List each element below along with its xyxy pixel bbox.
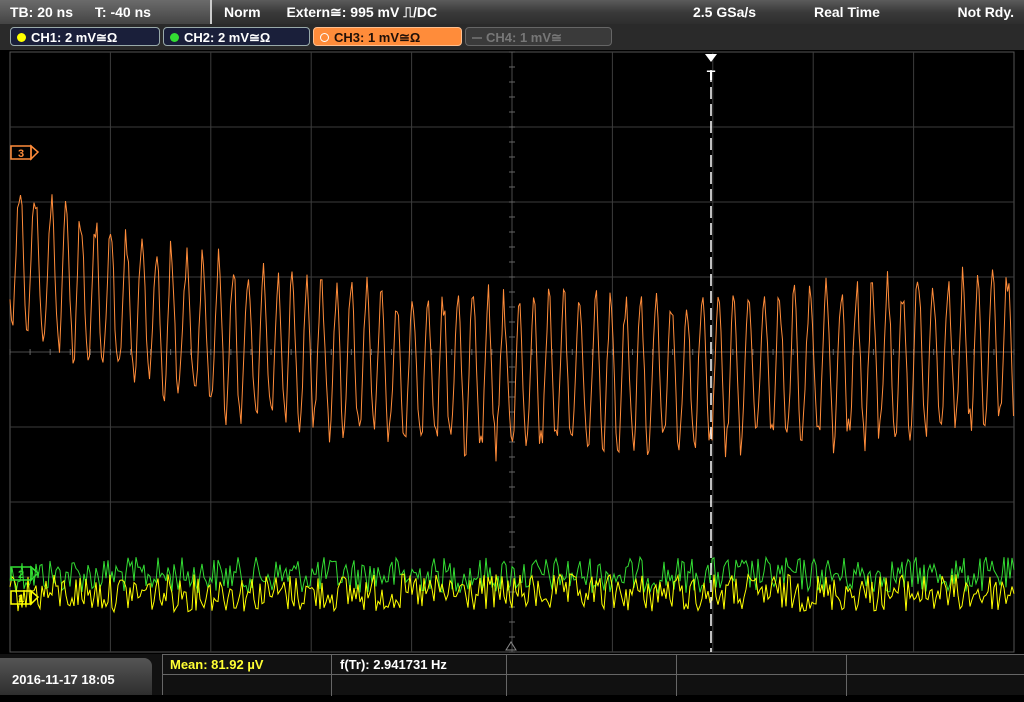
status-bar: TB: 20 ns T: -40 ns Norm Extern≅: 995 mV…: [0, 0, 1024, 24]
ch3-ground-marker[interactable]: 3: [10, 144, 40, 161]
trigger-marker-label: T: [707, 67, 716, 83]
timebase-panel[interactable]: TB: 20 ns T: -40 ns: [0, 0, 212, 24]
sample-rate-label[interactable]: 2.5 GSa/s: [693, 0, 756, 24]
ch2-ground-marker[interactable]: 2: [10, 565, 40, 582]
ch1-ground-label: 1: [18, 593, 24, 605]
graticule-grid: [9, 51, 1015, 653]
mean-measurement: Mean: 81.92 µV: [170, 657, 264, 672]
channel-1-indicator-icon: [17, 33, 26, 42]
trigger-mode-label: Norm: [224, 4, 261, 20]
channel-3-tab[interactable]: CH3: 1 mV≅Ω: [313, 27, 462, 46]
acquisition-mode-label[interactable]: Real Time: [814, 0, 880, 24]
channel-4-tab[interactable]: CH4: 1 mV≅: [465, 27, 612, 46]
waveform-canvas: T 3 2 1: [9, 51, 1015, 653]
channel-3-label: CH3: 1 mV≅Ω: [334, 30, 421, 45]
channel-1-label: CH1: 2 mV≅Ω: [31, 30, 118, 45]
frequency-measurement: f(Tr): 2.941731 Hz: [340, 657, 447, 672]
trigger-offset-label: T: -40 ns: [94, 4, 151, 20]
channel-2-label: CH2: 2 mV≅Ω: [184, 30, 271, 45]
time-reference-icon: [505, 641, 517, 651]
measurement-divider: [676, 655, 677, 696]
channel-4-indicator-icon: [472, 37, 482, 39]
channel-2-tab[interactable]: CH2: 2 mV≅Ω: [163, 27, 310, 46]
measurement-divider: [846, 655, 847, 696]
measurement-divider: [163, 674, 1024, 675]
ch3-ground-label: 3: [18, 148, 24, 160]
channel-3-indicator-icon: [320, 33, 329, 42]
channel-bar: CH1: 2 mV≅Ω CH2: 2 mV≅Ω CH3: 1 mV≅Ω CH4:…: [0, 24, 1024, 50]
trigger-arrow-icon[interactable]: [705, 54, 717, 62]
acquisition-state-label: Not Rdy.: [957, 4, 1014, 20]
bottom-bar: 2016-11-17 18:05 Mean: 81.92 µV f(Tr): 2…: [0, 654, 1024, 696]
datetime-label: 2016-11-17 18:05: [0, 658, 152, 695]
measurement-divider: [331, 655, 332, 696]
channel-1-tab[interactable]: CH1: 2 mV≅Ω: [10, 27, 160, 46]
trigger-panel[interactable]: Norm Extern≅: 995 mV ⎍/DC: [224, 0, 437, 24]
measurement-divider: [506, 655, 507, 696]
ch2-ground-label: 2: [18, 569, 24, 581]
channel-4-label: CH4: 1 mV≅: [486, 30, 562, 45]
trigger-source-label: Extern≅: 995 mV ⎍/DC: [286, 4, 438, 20]
measurement-panel[interactable]: Mean: 81.92 µV f(Tr): 2.941731 Hz: [162, 654, 1024, 696]
waveform-display[interactable]: T 3 2 1: [0, 50, 1024, 654]
timebase-label: TB: 20 ns: [10, 4, 74, 20]
channel-2-indicator-icon: [170, 33, 179, 42]
